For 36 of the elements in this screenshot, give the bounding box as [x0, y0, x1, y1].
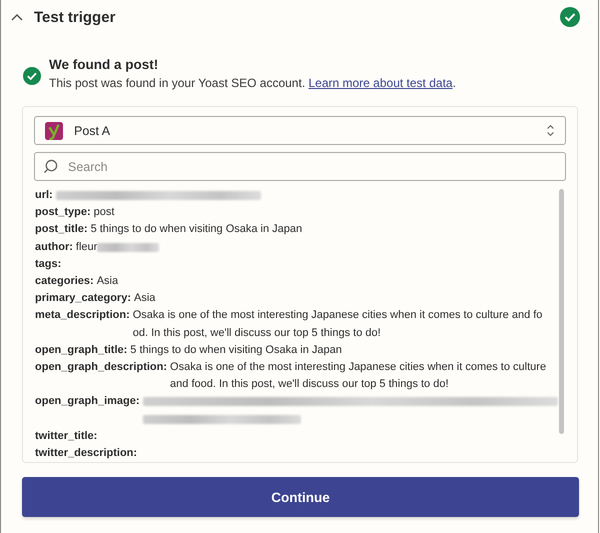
field-label: post_type: — [35, 205, 91, 220]
continue-button[interactable]: Continue — [22, 477, 579, 517]
field-label: twitter_title: — [35, 428, 98, 444]
app-icon — [45, 122, 63, 140]
field-value: post — [94, 205, 114, 220]
field-label: primary_category: — [35, 291, 131, 306]
field-value: Osaka is one of the most interesting Japanese cities when it comes to culture — [170, 360, 546, 375]
field-label: tags: — [35, 256, 62, 272]
field-label: categories: — [35, 274, 94, 290]
search-icon — [43, 159, 58, 174]
field-label: author: — [35, 240, 73, 255]
updown-caret-icon — [546, 124, 555, 137]
panel-title: Test trigger — [34, 8, 116, 26]
field-value: Osaka is one of the most interesting Japanese cities when it comes to culture and fo — [132, 308, 542, 324]
learn-more-link[interactable]: Learn more about test data — [308, 76, 453, 90]
field-value: 5 things to do when visiting Osaka in Japan — [90, 222, 302, 238]
result-message: This post was found in your Yoast SEO account. Learn more about test data. — [49, 75, 456, 92]
field-value: fleur — [76, 240, 98, 255]
field-label: open_graph_description: — [35, 360, 168, 375]
field-value: Asia — [134, 291, 156, 306]
field-label: twitter_description: — [35, 446, 138, 461]
redacted-value — [97, 242, 160, 252]
search-field[interactable]: Search — [34, 152, 566, 181]
field-label: open_graph_title: — [35, 342, 128, 358]
field-value: and food. In this post, we'll discuss our top 5 things to do! — [170, 377, 449, 392]
field-label: post_title: — [35, 222, 88, 238]
field-value: 5 things to do when visiting Osaka in Japan — [130, 342, 342, 358]
scrollbar-thumb[interactable] — [559, 189, 564, 434]
field-value: Asia — [96, 274, 118, 290]
result-heading: We found a post! — [49, 56, 160, 74]
field-label: meta_description: — [35, 308, 130, 324]
record-dropdown[interactable]: Post A — [34, 116, 566, 145]
field-label: url: — [35, 188, 53, 203]
field-value: od. In this post, we'll discuss our top 5 things to do! — [132, 326, 381, 341]
field-label: open_graph_image: — [35, 394, 140, 410]
check-icon — [23, 67, 41, 85]
